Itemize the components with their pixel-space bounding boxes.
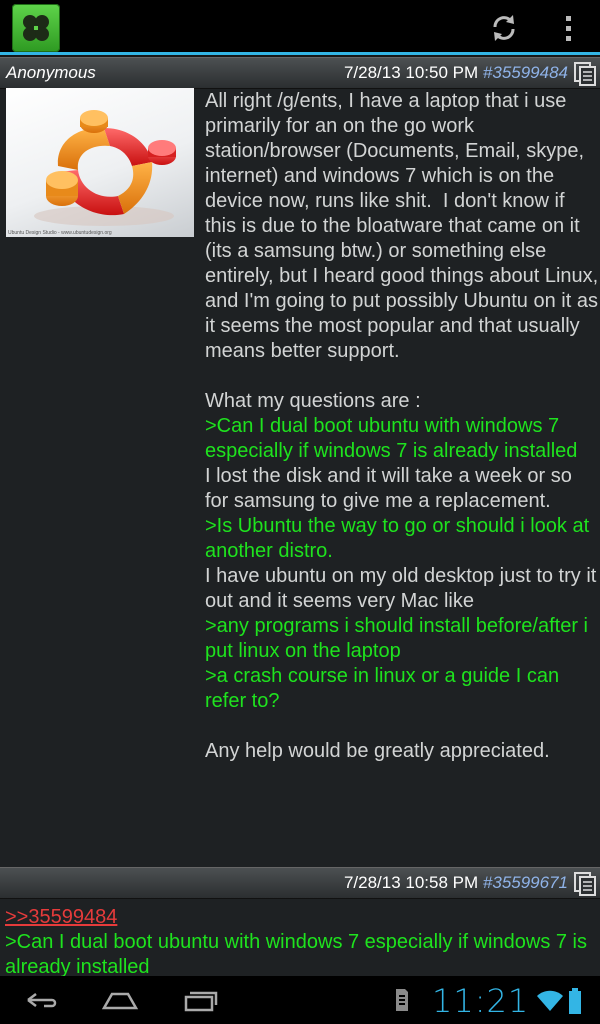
battery-icon xyxy=(568,988,582,1014)
post-comment: >>35599484 >Can I dual boot ubuntu with … xyxy=(5,905,595,977)
poster-name: Anonymous xyxy=(6,63,96,82)
system-nav-bar: 11:21 xyxy=(0,976,600,1024)
post-datetime: 7/28/13 10:50 PM xyxy=(343,63,479,82)
refresh-icon[interactable] xyxy=(486,10,522,46)
post-datetime: 7/28/13 10:58 PM xyxy=(343,873,479,892)
recent-apps-icon[interactable] xyxy=(178,984,222,1016)
post-thumbnail[interactable]: Ubuntu Design Studio - www.ubuntudesign.… xyxy=(6,88,194,237)
greentext-line: >Can I dual boot ubuntu with windows 7 e… xyxy=(205,415,578,462)
greentext-line: >a crash course in linux or a guide I ca… xyxy=(205,665,565,712)
clover-icon[interactable] xyxy=(12,4,60,52)
copy-icon[interactable] xyxy=(574,62,596,86)
home-icon[interactable] xyxy=(98,984,142,1016)
back-icon[interactable] xyxy=(18,984,62,1016)
thumbnail-caption: Ubuntu Design Studio - www.ubuntudesign.… xyxy=(8,230,112,236)
copy-icon[interactable] xyxy=(574,872,596,896)
greentext-line: >Can I dual boot ubuntu with windows 7 e… xyxy=(5,931,587,977)
comment-line: I have ubuntu on my old desktop just to … xyxy=(205,565,597,612)
post-meta: 7/28/13 10:58 PM #35599671 xyxy=(344,872,568,894)
wifi-icon xyxy=(536,990,564,1012)
comment-line: What my questions are : xyxy=(205,390,421,412)
reply-link[interactable]: >>35599484 xyxy=(5,905,595,930)
post-comment: All right /g/ents, I have a laptop that … xyxy=(205,89,600,764)
status-clock: 11:21 xyxy=(432,982,530,1020)
post-body: Ubuntu Design Studio - www.ubuntudesign.… xyxy=(0,88,600,867)
post-meta: 7/28/13 10:50 PM #35599484 xyxy=(344,62,568,84)
post-number[interactable]: #35599484 xyxy=(483,63,568,82)
overflow-menu-icon[interactable] xyxy=(552,10,588,46)
action-bar xyxy=(0,0,600,55)
greentext-line: >any programs i should install before/af… xyxy=(205,615,594,662)
post-body: >>35599484 >Can I dual boot ubuntu with … xyxy=(0,899,600,977)
greentext-line: >Is Ubuntu the way to go or should i loo… xyxy=(205,515,595,562)
post-header: 7/28/13 10:58 PM #35599671 xyxy=(0,867,600,899)
sd-card-icon xyxy=(394,987,410,1013)
comment-line: Any help would be greatly appreciated. xyxy=(205,740,550,762)
post-number[interactable]: #35599671 xyxy=(483,873,568,892)
comment-line: All right /g/ents, I have a laptop that … xyxy=(205,90,599,362)
post-header: Anonymous 7/28/13 10:50 PM #35599484 xyxy=(0,57,600,89)
thread-view[interactable]: Anonymous 7/28/13 10:50 PM #35599484 Ubu… xyxy=(0,55,600,977)
ubuntu-logo-3d-image xyxy=(34,110,176,226)
comment-line: I lost the disk and it will take a week … xyxy=(205,465,578,512)
